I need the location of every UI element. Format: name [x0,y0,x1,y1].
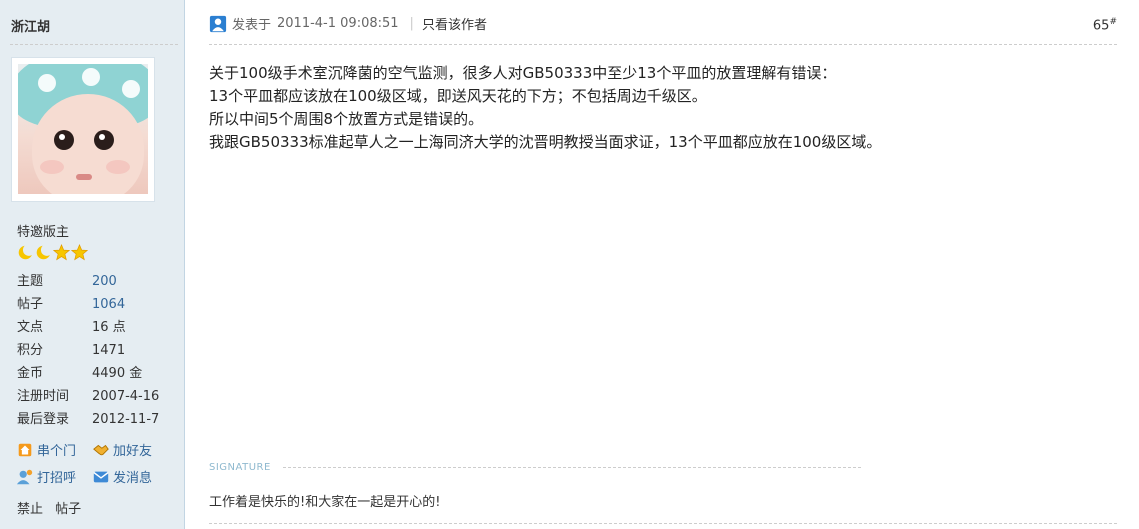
post-line: 我跟GB50333标准起草人之一上海同济大学的沈晋明教授当面求证，13个平皿都应… [209,133,882,151]
author-username[interactable]: 浙江胡 [11,16,50,35]
avatar-eye [54,130,74,150]
post-content: 发表于 2011-4-1 09:08:51 | 只看该作者 65# 关于100级… [185,0,1139,529]
stat-label: 金币 [17,366,44,381]
envelope-icon [93,471,109,482]
post-header: 发表于 2011-4-1 09:08:51 | 只看该作者 [209,14,487,33]
stat-value-registered: 2007-4-16 [92,389,160,404]
signature-divider [283,467,861,468]
view-author-only-link[interactable]: 只看该作者 [422,14,487,33]
post-body: 关于100级手术室沉降菌的空气监测，很多人对GB50333中至少13个平皿的放置… [209,62,1109,154]
greet-button[interactable]: 打招呼 [16,467,76,486]
greet-icon [16,469,33,484]
post-line: 所以中间5个周围8个放置方式是错误的。 [209,110,484,128]
visit-label: 串个门 [37,444,77,459]
stat-row-last-login: 最后登录 2012-11-7 [17,410,159,433]
post-line: 13个平皿都应该放在100级区域，即送风天花的下方；不包括周边千级区。 [209,87,707,105]
stat-label: 文点 [17,320,44,335]
stat-row-gold: 金币 4490 金 [17,364,159,387]
send-message-button[interactable]: 发消息 [92,467,152,486]
rank-stars [17,244,88,261]
stat-value-last-login: 2012-11-7 [92,412,160,427]
avatar-frame[interactable] [11,57,155,202]
author-sidebar: 浙江胡 特邀版主 主题 200 帖子 1064 文点 16 点 积分 1471 … [0,0,185,529]
moon-icon [18,244,34,260]
user-online-icon [209,15,227,32]
header-pipe: | [409,16,414,31]
posted-prefix: 发表于 [232,18,272,33]
user-rank: 特邀版主 [17,225,70,240]
stat-value-credits: 1471 [92,343,126,358]
visit-button[interactable]: 串个门 [16,440,76,459]
ban-posts-link[interactable]: 帖子 [55,502,81,517]
floor-number-value: 65 [1092,18,1110,34]
stat-value-gold: 4490 金 [92,366,143,381]
star-icon [71,244,88,261]
stat-row-threads: 主题 200 [17,272,159,295]
handshake-icon [93,444,109,455]
star-icon [53,244,70,261]
sidebar-divider [10,44,178,45]
add-friend-button[interactable]: 加好友 [92,440,152,459]
stat-row-registered: 注册时间 2007-4-16 [17,387,159,410]
send-message-label: 发消息 [113,471,153,486]
floor-number[interactable]: 65# [1093,17,1117,33]
footer-divider [209,523,1117,524]
stat-label: 帖子 [17,297,44,312]
author-stats: 主题 200 帖子 1064 文点 16 点 积分 1471 金币 4490 金… [17,272,159,433]
stat-row-credits: 积分 1471 [17,341,159,364]
signature-label: SIGNATURE [209,462,271,473]
avatar-mouth [76,174,92,180]
signature-text: 工作着是快乐的!和大家在一起是开心的! [209,495,441,510]
stat-row-posts: 帖子 1064 [17,295,159,318]
stat-row-points: 文点 16 点 [17,318,159,341]
header-divider [209,44,1117,45]
stat-value-threads[interactable]: 200 [92,272,117,295]
moon-icon [36,244,52,260]
greet-label: 打招呼 [37,471,77,486]
avatar[interactable] [18,64,148,194]
stat-label: 注册时间 [17,389,70,404]
avatar-eye [94,130,114,150]
stat-label: 主题 [17,274,44,289]
stat-label: 最后登录 [17,412,70,427]
ban-link[interactable]: 禁止 [17,502,43,517]
stat-label: 积分 [17,343,44,358]
post-timestamp: 2011-4-1 09:08:51 [277,16,399,31]
post-line: 关于100级手术室沉降菌的空气监测，很多人对GB50333中至少13个平皿的放置… [209,64,837,82]
ban-controls: 禁止 帖子 [17,498,81,517]
floor-mark: # [1109,17,1117,27]
home-icon [18,443,32,456]
stat-value-posts[interactable]: 1064 [92,295,125,318]
stat-value-points: 16 点 [92,320,126,335]
add-friend-label: 加好友 [113,444,153,459]
